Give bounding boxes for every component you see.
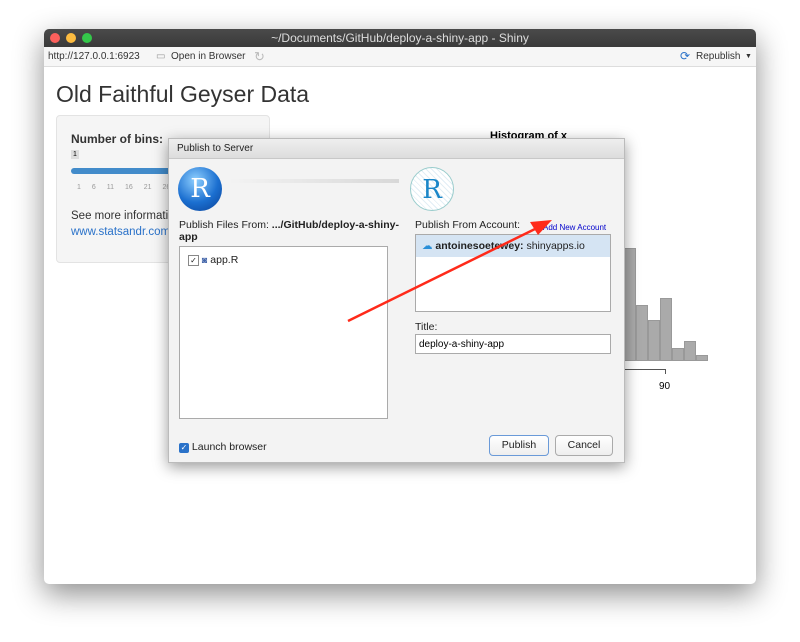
annotation-arrow — [347, 220, 552, 323]
